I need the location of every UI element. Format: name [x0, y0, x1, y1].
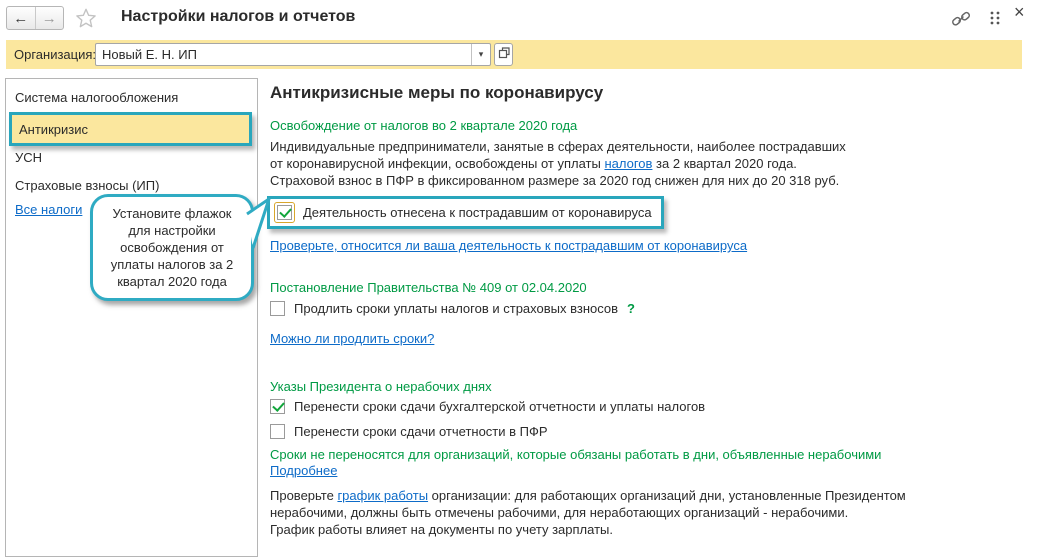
deadlines-note: Сроки не переносятся для организаций, ко…: [270, 447, 882, 462]
history-nav: ← →: [6, 6, 64, 30]
schedule-line1-post: организации: для работающих организаций …: [428, 488, 906, 503]
open-list-icon: [498, 47, 510, 62]
chevron-down-icon: ▾: [478, 49, 484, 59]
hint-tooltip-pointer: [246, 197, 272, 254]
schedule-text-line3: График работы влияет на документы по уче…: [270, 522, 613, 537]
hint-question-icon[interactable]: ?: [627, 301, 635, 316]
schedule-text-line1: Проверьте график работы организации: для…: [270, 488, 906, 503]
extend-deadlines-row: Продлить сроки уплаты налогов и страховы…: [270, 301, 635, 316]
get-link-icon[interactable]: [951, 10, 971, 31]
exemption-text-line2: от коронавирусной инфекции, освобождены …: [270, 156, 797, 171]
organization-dropdown-button[interactable]: ▾: [471, 44, 490, 65]
page-title: Настройки налогов и отчетов: [121, 8, 356, 25]
organization-value[interactable]: Новый Е. Н. ИП: [96, 44, 471, 65]
decree-heading: Постановление Правительства № 409 от 02.…: [270, 280, 587, 295]
schedule-line1-pre: Проверьте: [270, 488, 338, 503]
more-menu-icon[interactable]: [989, 10, 1001, 29]
sidebar-item-label: Антикризис: [19, 121, 88, 137]
can-extend-link[interactable]: Можно ли продлить сроки?: [270, 331, 434, 346]
postpone-reports-row: Перенести сроки сдачи бухгалтерской отче…: [270, 399, 705, 414]
affected-activity-checkbox[interactable]: [277, 205, 292, 220]
postpone-pfr-checkbox[interactable]: [270, 424, 285, 439]
affected-activity-label: Деятельность отнесена к пострадавшим от …: [303, 205, 652, 220]
postpone-reports-label: Перенести сроки сдачи бухгалтерской отче…: [294, 399, 706, 414]
exemption-line2-post: за 2 квартал 2020 года.: [652, 156, 797, 171]
exemption-text-line1: Индивидуальные предприниматели, занятые …: [270, 139, 846, 154]
exemption-text-line3: Страховой взнос в ПФР в фиксированном ра…: [270, 173, 840, 188]
work-schedule-link[interactable]: график работы: [337, 488, 428, 503]
organization-open-list-button[interactable]: [494, 43, 513, 66]
more-details-link[interactable]: Подробнее: [270, 463, 337, 478]
postpone-pfr-label: Перенести сроки сдачи отчетности в ПФР: [294, 424, 548, 439]
app-window: ← → Настройки налогов и отчетов × Органи…: [0, 0, 1039, 557]
check-activity-link[interactable]: Проверьте, относится ли ваша деятельност…: [270, 238, 747, 253]
back-button[interactable]: ←: [7, 7, 36, 29]
exemption-line2-pre: от коронавирусной инфекции, освобождены …: [270, 156, 605, 171]
sidebar-item-usn[interactable]: УСН: [15, 150, 42, 165]
sidebar-item-insurance[interactable]: Страховые взносы (ИП): [15, 178, 159, 193]
extend-deadlines-checkbox[interactable]: [270, 301, 285, 316]
postpone-pfr-row: Перенести сроки сдачи отчетности в ПФР: [270, 424, 548, 439]
extend-deadlines-label: Продлить сроки уплаты налогов и страховы…: [294, 301, 619, 316]
organization-label: Организация:: [14, 47, 97, 62]
checkbox-focus-ring: [274, 202, 295, 223]
hint-tooltip-text: Установите флажок для настройки освобожд…: [110, 206, 234, 289]
exemption-heading: Освобождение от налогов во 2 квартале 20…: [270, 118, 578, 133]
president-heading: Указы Президента о нерабочих днях: [270, 379, 492, 394]
schedule-text-line2: нерабочими, должны быть отмечены рабочим…: [270, 505, 849, 520]
sidebar-item-tax-system[interactable]: Система налогообложения: [15, 90, 178, 105]
hint-tooltip: Установите флажок для настройки освобожд…: [90, 194, 254, 301]
close-icon[interactable]: ×: [1014, 3, 1025, 21]
content-title: Антикризисные меры по коронавирусу: [270, 83, 604, 102]
all-taxes-link[interactable]: Все налоги: [15, 202, 82, 217]
organization-input[interactable]: Новый Е. Н. ИП ▾: [95, 43, 491, 66]
settings-sidebar: Система налогообложения Антикризис УСН С…: [5, 78, 258, 557]
affected-activity-row: Деятельность отнесена к пострадавшим от …: [267, 196, 664, 229]
favorite-star-icon[interactable]: [75, 7, 97, 32]
postpone-reports-checkbox[interactable]: [270, 399, 285, 414]
forward-button[interactable]: →: [36, 7, 64, 29]
taxes-link[interactable]: налогов: [604, 156, 652, 171]
sidebar-item-anticrisis[interactable]: Антикризис: [9, 112, 252, 146]
organization-bar: Организация: Новый Е. Н. ИП ▾: [6, 40, 1022, 69]
